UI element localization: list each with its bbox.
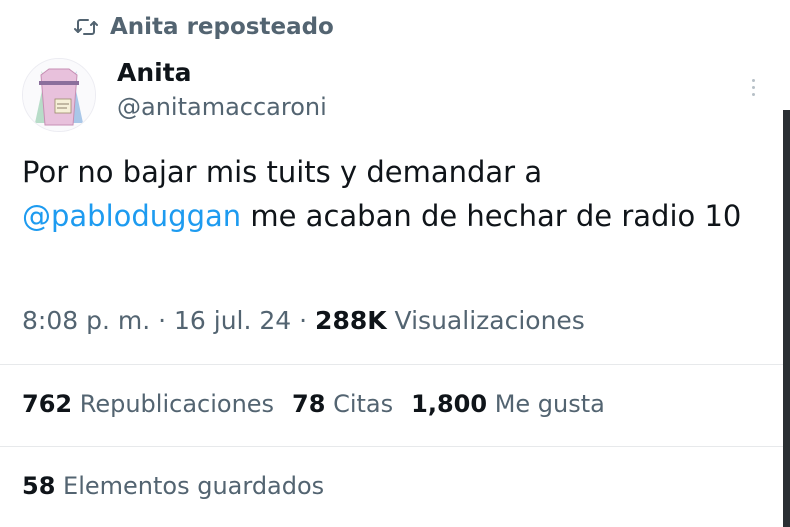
avatar-illustration <box>23 59 95 131</box>
tweet-date[interactable]: 16 jul. 24 <box>174 306 291 335</box>
views-count: 288K <box>315 306 387 335</box>
reposts-count: 762 <box>22 390 73 418</box>
repost-indicator: Anita reposteado <box>74 10 334 44</box>
meta-separator: · <box>291 306 316 335</box>
menu-dot <box>751 92 755 96</box>
menu-dot <box>751 85 755 89</box>
author-name[interactable]: Anita <box>117 58 192 87</box>
quotes-label: Citas <box>325 390 394 418</box>
divider <box>0 364 783 365</box>
likes-label: Me gusta <box>487 390 605 418</box>
reposts-stat[interactable]: 762 Republicaciones <box>22 390 274 418</box>
tweet-time[interactable]: 8:08 p. m. <box>22 306 150 335</box>
views-label: Visualizaciones <box>386 306 585 335</box>
bookmarks-label: Elementos guardados <box>55 472 325 500</box>
quotes-count: 78 <box>292 390 326 418</box>
menu-dot <box>751 78 755 82</box>
repost-label: Anita reposteado <box>110 14 334 40</box>
author-handle[interactable]: @anitamaccaroni <box>117 93 327 121</box>
engagement-stats: 762 Republicaciones 78 Citas 1,800 Me gust… <box>22 390 623 418</box>
tweet-meta: 8:08 p. m. · 16 jul. 24 · 288K Visualiza… <box>22 306 585 335</box>
meta-separator: · <box>150 306 174 335</box>
likes-stat[interactable]: 1,800 Me gusta <box>411 390 605 418</box>
quotes-stat[interactable]: 78 Citas <box>292 390 393 418</box>
more-options-icon[interactable] <box>742 72 764 102</box>
tweet-text-start: Por no bajar mis tuits y demandar a <box>22 155 543 189</box>
bookmarks-count: 58 <box>22 472 56 500</box>
avatar[interactable] <box>22 58 96 132</box>
likes-count: 1,800 <box>411 390 488 418</box>
scrollbar-edge <box>783 110 790 527</box>
tweet-text-end: me acaban de hechar de radio 10 <box>241 199 742 233</box>
tweet-text: Por no bajar mis tuits y demandar a @pab… <box>22 150 762 238</box>
bookmarks-stat[interactable]: 58 Elementos guardados <box>22 472 324 500</box>
mention-link[interactable]: @pabloduggan <box>22 199 241 233</box>
divider <box>0 446 783 447</box>
repost-icon <box>74 16 98 38</box>
reposts-label: Republicaciones <box>72 390 275 418</box>
